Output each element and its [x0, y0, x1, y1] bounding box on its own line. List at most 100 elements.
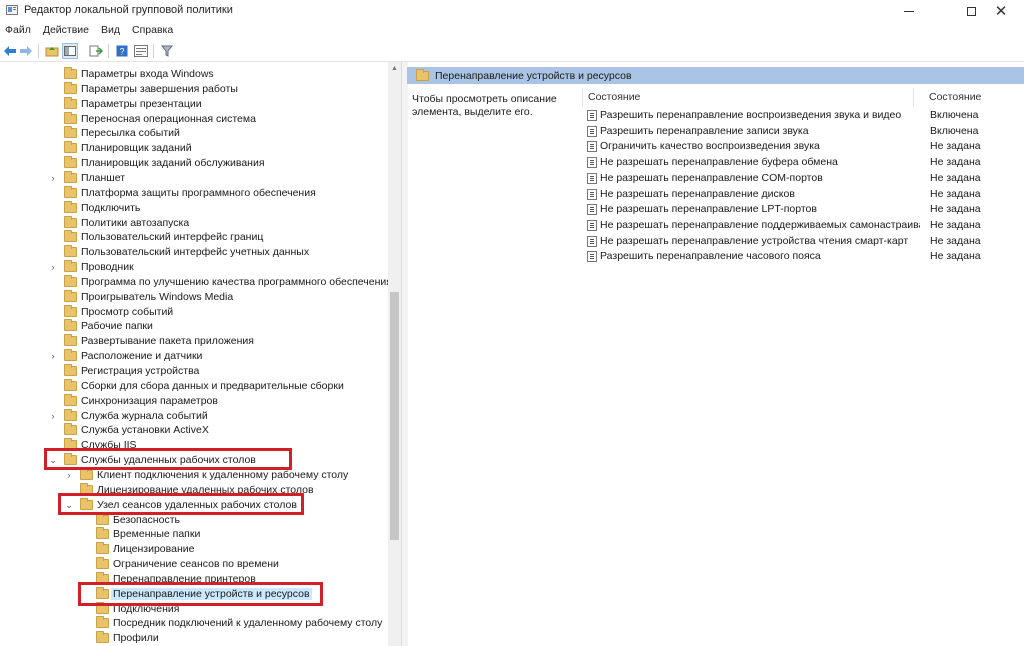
minimize-button[interactable]: [886, 0, 932, 22]
tree-item[interactable]: Планировщик заданий обслуживания: [0, 156, 388, 171]
column-header-name[interactable]: Состояние: [588, 91, 640, 103]
tree-item[interactable]: Пользовательский интерфейс учетных данны…: [0, 245, 388, 260]
tree-item-label: Клиент подключения к удаленному рабочему…: [97, 468, 349, 481]
menu-action[interactable]: Действие: [38, 22, 96, 40]
show-hide-tree-icon[interactable]: [62, 43, 78, 59]
folder-icon: [64, 141, 77, 154]
tree-item[interactable]: Регистрация устройства: [0, 364, 388, 379]
folder-icon: [64, 230, 77, 243]
policy-name: Разрешить перенаправление записи звука: [600, 124, 809, 137]
chevron-right-icon[interactable]: ›: [48, 172, 58, 184]
tree-item[interactable]: Ограничение сеансов по времени: [0, 557, 388, 572]
folder-icon: [64, 215, 77, 228]
policy-name: Не разрешать перенаправление поддерживае…: [600, 218, 920, 231]
policy-state: Не задана: [930, 156, 981, 169]
tree-item[interactable]: Просмотр событий: [0, 304, 388, 320]
tree-item-label: Проигрыватель Windows Media: [81, 290, 234, 303]
tree-item[interactable]: › Планшет: [0, 170, 388, 186]
policy-row[interactable]: Разрешить перенаправление воспроизведени…: [587, 108, 1024, 123]
folder-icon: [64, 408, 77, 421]
folder-icon: [96, 616, 109, 629]
tree-item-label: Пересылка событий: [81, 127, 180, 140]
policy-name: Не разрешать перенаправление дисков: [600, 187, 795, 200]
column-separator[interactable]: [582, 88, 583, 106]
policy-setting-icon: [587, 204, 597, 216]
tree-item[interactable]: Параметры презентации: [0, 96, 388, 112]
policy-setting-icon: [587, 125, 597, 137]
policy-row[interactable]: Не разрешать перенаправление дисков Не за…: [587, 187, 1024, 202]
chevron-right-icon[interactable]: ›: [48, 261, 58, 273]
folder-icon: [96, 512, 109, 525]
tree-item[interactable]: Рабочие папки: [0, 319, 388, 334]
policy-row[interactable]: Разрешить перенаправление записи звука Вк…: [587, 124, 1024, 139]
policy-name: Ограничить качество воспроизведения звук…: [600, 140, 820, 153]
menu-view[interactable]: Вид: [96, 22, 127, 40]
tree-item[interactable]: Подключить: [0, 200, 388, 216]
forward-arrow-icon[interactable]: [18, 43, 34, 59]
tree-item[interactable]: Развертывание пакета приложения: [0, 334, 388, 349]
tree-item[interactable]: › Служба журнала событий: [0, 408, 388, 424]
policy-setting-icon: [587, 157, 597, 169]
details-pane: Перенаправление устройств и ресурсов Что…: [407, 62, 1024, 646]
filter-icon[interactable]: [159, 43, 175, 59]
chevron-right-icon[interactable]: ›: [64, 469, 74, 481]
folder-icon: [64, 304, 77, 317]
tree-item-label: Развертывание пакета приложения: [81, 335, 254, 348]
policy-row[interactable]: Разрешить перенаправление часового пояса…: [587, 249, 1024, 264]
toolbar-separator: [108, 44, 109, 58]
policy-row[interactable]: Не разрешать перенаправление устройства …: [587, 234, 1024, 249]
chevron-right-icon[interactable]: ›: [48, 410, 58, 422]
tree-item-label: Служба установки ActiveX: [81, 424, 209, 437]
tree-item[interactable]: Платформа защиты программного обеспечени…: [0, 185, 388, 201]
tree-item[interactable]: Планировщик заданий: [0, 141, 388, 156]
tree-item[interactable]: Служба установки ActiveX: [0, 423, 388, 438]
tree-item[interactable]: Лицензирование: [0, 542, 388, 557]
close-button[interactable]: ✕: [978, 0, 1024, 22]
tree-item[interactable]: Профили: [0, 631, 388, 646]
tree-item[interactable]: Политики автозапуска: [0, 215, 388, 231]
column-separator[interactable]: [913, 88, 914, 106]
up-folder-icon[interactable]: [44, 43, 60, 59]
chevron-right-icon[interactable]: ›: [48, 350, 58, 362]
help-icon[interactable]: ?: [114, 43, 130, 59]
menu-file[interactable]: Файл: [0, 22, 38, 40]
policy-state: Не задана: [930, 203, 981, 216]
back-arrow-icon[interactable]: [2, 43, 18, 59]
navigation-tree: Параметры входа Windows Параметры заверше…: [0, 62, 401, 646]
tree-item-label: Проводник: [81, 261, 134, 274]
policy-setting-icon: [587, 235, 597, 247]
description-text: Чтобы просмотреть описание элемента, выд…: [412, 93, 557, 118]
tree-item-label: Сборки для сбора данных и предварительны…: [81, 379, 344, 392]
tree-item-label: Регистрация устройства: [81, 365, 200, 377]
tree-scrollbar-thumb[interactable]: [390, 292, 399, 540]
tree-item[interactable]: Пользовательский интерфейс границ: [0, 230, 388, 245]
tree-item[interactable]: › Проводник: [0, 260, 388, 275]
menu-help[interactable]: Справка: [127, 22, 180, 40]
policy-row[interactable]: Не разрешать перенаправление COM-портов Н…: [587, 171, 1024, 186]
tree-item[interactable]: Временные папки: [0, 527, 388, 542]
folder-icon: [64, 245, 77, 258]
tree-item[interactable]: Программа по улучшению качества программ…: [0, 274, 401, 290]
properties-icon[interactable]: [133, 43, 149, 59]
tree-item[interactable]: Пересылка событий: [0, 126, 388, 141]
folder-icon: [64, 349, 77, 362]
column-header-state[interactable]: Состояние: [929, 91, 981, 103]
tree-item-label: Планшет: [81, 171, 126, 184]
tree-item[interactable]: Переносная операционная система: [0, 111, 388, 127]
tree-item[interactable]: Параметры входа Windows: [0, 67, 388, 82]
folder-icon: [64, 334, 77, 347]
tree-item[interactable]: Посредник подключений к удаленному рабоч…: [0, 616, 388, 631]
policy-row[interactable]: Ограничить качество воспроизведения звук…: [587, 139, 1024, 154]
tree-item[interactable]: Параметры завершения работы: [0, 81, 388, 97]
tree-item[interactable]: Синхронизация параметров: [0, 393, 388, 409]
scroll-up-arrow-icon[interactable]: ▲: [388, 62, 401, 75]
policy-row[interactable]: Не разрешать перенаправление поддерживае…: [587, 218, 1024, 233]
tree-item[interactable]: › Клиент подключения к удаленному рабочем…: [0, 467, 388, 483]
policy-row[interactable]: Не разрешать перенаправление буфера обме…: [587, 155, 1024, 170]
policy-row[interactable]: Не разрешать перенаправление LPT-портов Н…: [587, 202, 1024, 217]
tree-item[interactable]: Сборки для сбора данных и предварительны…: [0, 378, 388, 394]
policy-state: Включена: [930, 109, 979, 121]
tree-item[interactable]: › Расположение и датчики: [0, 349, 388, 364]
tree-item[interactable]: Проигрыватель Windows Media: [0, 289, 388, 305]
export-list-icon[interactable]: [88, 43, 104, 59]
